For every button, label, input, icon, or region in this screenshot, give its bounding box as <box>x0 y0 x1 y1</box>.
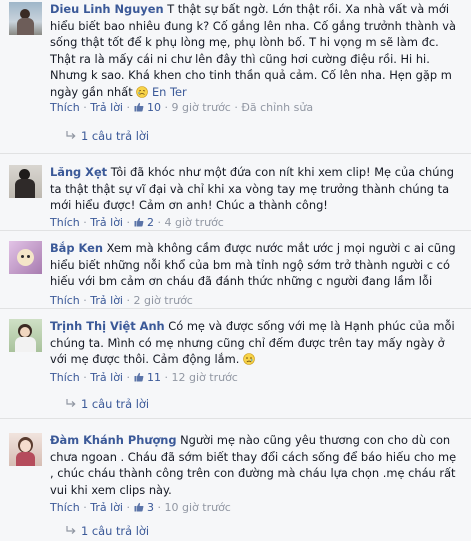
comment-author[interactable]: Dieu Linh Nguyen <box>50 2 164 16</box>
comment-body: Tôi đã khóc như một đứa con nít khi xem … <box>50 165 454 212</box>
separator: · <box>164 101 169 114</box>
reply-link[interactable]: Trả lời <box>90 294 123 307</box>
like-link[interactable]: Thích <box>50 101 80 114</box>
timestamp[interactable]: 2 giờ trước <box>134 294 193 307</box>
replies-count[interactable]: 1 câu trả lời <box>81 524 149 538</box>
comment-author[interactable]: Trịnh Thị Việt Anh <box>50 319 165 333</box>
reply-link[interactable]: Trả lời <box>90 501 123 514</box>
comment-block: Bắp Ken Xem mà không cầm được nước mắt ư… <box>0 231 471 309</box>
like-count[interactable]: 10 <box>147 101 161 114</box>
separator: · <box>83 294 87 307</box>
like-count[interactable]: 11 <box>147 371 161 384</box>
separator: · <box>83 216 87 229</box>
timestamp[interactable]: 10 giờ trước <box>165 501 231 514</box>
like-link[interactable]: Thích <box>50 501 80 514</box>
sad-face-icon <box>243 353 255 365</box>
comment-text: Lăng Xẹt Tôi đã khóc như một đứa con nít… <box>50 164 461 214</box>
reply-link[interactable]: Trả lời <box>90 216 123 229</box>
comment-text: Dieu Linh Nguyen T thật sự bất ngờ. Lớn … <box>50 1 461 100</box>
separator: · <box>234 101 238 114</box>
comment-actions: Thích · Trả lời · 11 · 12 giờ trước <box>50 371 238 385</box>
avatar[interactable] <box>9 241 42 274</box>
like-link[interactable]: Thích <box>50 216 80 229</box>
comment-body: T thật sự bất ngờ. Lớn thật rồi. Xa nhà … <box>50 2 456 99</box>
comment-actions: Thích · Trả lời · 2 giờ trước <box>50 294 193 308</box>
replies-count[interactable]: 1 câu trả lời <box>81 397 149 411</box>
crying-face-icon <box>136 85 149 98</box>
timestamp[interactable]: 9 giờ trước <box>172 101 231 114</box>
separator: · <box>157 216 162 229</box>
reply-arrow-icon <box>66 399 76 407</box>
comment-block: Lăng Xẹt Tôi đã khóc như một đứa con nít… <box>0 154 471 231</box>
comment-actions: Thích · Trả lời · 10 · 9 giờ trước · Đã … <box>50 101 313 115</box>
separator: · <box>83 501 87 514</box>
thumbs-up-icon <box>134 502 143 512</box>
comment-body: Xem mà không cầm được nước mắt ước j mọi… <box>50 241 456 288</box>
timestamp[interactable]: 12 giờ trước <box>172 371 238 384</box>
like-count[interactable]: 3 <box>147 501 154 514</box>
avatar[interactable] <box>9 165 42 198</box>
separator: · <box>126 101 131 114</box>
avatar[interactable] <box>9 319 42 352</box>
reply-arrow-icon <box>66 526 76 534</box>
separator: · <box>83 101 87 114</box>
avatar[interactable] <box>9 433 42 466</box>
separator: · <box>126 294 131 307</box>
reply-link[interactable]: Trả lời <box>90 371 123 384</box>
comment-author[interactable]: Đàm Khánh Phượng <box>50 433 177 447</box>
comment-text: Đàm Khánh Phượng Người mẹ nào cũng yêu t… <box>50 432 461 498</box>
comment-author[interactable]: Bắp Ken <box>50 241 103 255</box>
comment-feed: Dieu Linh Nguyen T thật sự bất ngờ. Lớn … <box>0 0 471 541</box>
separator: · <box>83 371 87 384</box>
edited-label[interactable]: Đã chỉnh sửa <box>241 101 313 114</box>
avatar[interactable] <box>9 2 42 35</box>
comment-actions: Thích · Trả lời · 2 · 4 giờ trước <box>50 216 224 230</box>
comment-text: Bắp Ken Xem mà không cầm được nước mắt ư… <box>50 240 461 290</box>
comment-block: Đàm Khánh Phượng Người mẹ nào cũng yêu t… <box>0 419 471 541</box>
view-replies-link[interactable]: 1 câu trả lời <box>66 397 149 411</box>
like-count[interactable]: 2 <box>147 216 154 229</box>
like-link[interactable]: Thích <box>50 371 80 384</box>
comment-text: Trịnh Thị Việt Anh Có mẹ và được sống vớ… <box>50 318 461 368</box>
separator: · <box>164 371 169 384</box>
view-replies-link[interactable]: 1 câu trả lời <box>66 129 149 143</box>
thumbs-up-icon <box>134 102 143 112</box>
separator: · <box>126 371 131 384</box>
thumbs-up-icon <box>134 372 143 382</box>
comment-block: Dieu Linh Nguyen T thật sự bất ngờ. Lớn … <box>0 0 471 154</box>
comment-actions: Thích · Trả lời · 3 · 10 giờ trước <box>50 501 231 515</box>
replies-count[interactable]: 1 câu trả lời <box>81 129 149 143</box>
translation-link[interactable]: En Ter <box>152 85 187 99</box>
reply-link[interactable]: Trả lời <box>90 101 123 114</box>
like-link[interactable]: Thích <box>50 294 80 307</box>
separator: · <box>157 501 162 514</box>
reply-arrow-icon <box>66 131 76 139</box>
separator: · <box>126 501 131 514</box>
view-replies-link[interactable]: 1 câu trả lời <box>66 524 149 538</box>
thumbs-up-icon <box>134 217 143 227</box>
separator: · <box>126 216 131 229</box>
comment-author[interactable]: Lăng Xẹt <box>50 165 107 179</box>
comment-block: Trịnh Thị Việt Anh Có mẹ và được sống vớ… <box>0 309 471 419</box>
timestamp[interactable]: 4 giờ trước <box>165 216 224 229</box>
